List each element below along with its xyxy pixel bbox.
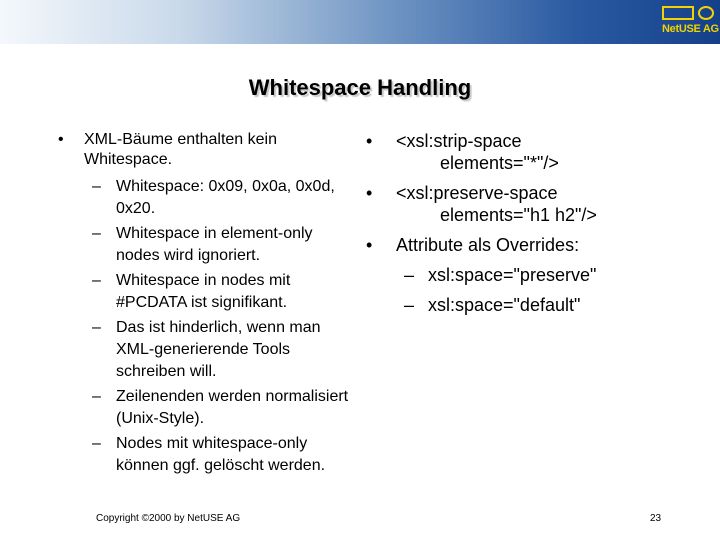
logo-text: NetUSE AG (662, 23, 719, 35)
sub-item-text: Das ist hinderlich, wenn man XML-generie… (116, 319, 321, 380)
copyright-footer: Copyright ©2000 by NetUSE AG (96, 513, 241, 524)
dash-icon: – (92, 178, 101, 195)
sub-item: – Whitespace: 0x09, 0x0a, 0x0d, 0x20. (58, 176, 358, 220)
bullet-text: Attribute als Overrides: (396, 235, 580, 255)
sub-item-text: Whitespace in nodes mit #PCDATA ist sign… (116, 272, 291, 311)
sub-item-text: Whitespace: 0x09, 0x0a, 0x0d, 0x20. (116, 178, 335, 217)
netuse-logo: NetUSE AG (662, 6, 719, 40)
sub-item: – Whitespace in element-only nodes wird i… (58, 223, 358, 267)
bullet-attribute-overrides: • Attribute als Overrides: (366, 234, 686, 256)
page-number: 23 (650, 513, 662, 524)
dash-icon: – (92, 435, 101, 452)
logo-box-shape (662, 6, 694, 20)
sub-item-text: xsl:space="default" (428, 295, 581, 315)
bullet-text-line1: <xsl:strip-space (396, 131, 522, 151)
bullet-preserve-space: • <xsl:preserve-space elements="h1 h2"/> (366, 182, 686, 226)
sub-item-text: xsl:space="preserve" (428, 265, 597, 285)
bullet-xml-trees: • XML-Bäume enthalten kein Whitespace. (58, 130, 358, 170)
right-column: • <xsl:strip-space elements="*"/> • <xsl… (366, 130, 686, 324)
bullet-strip-space: • <xsl:strip-space elements="*"/> (366, 130, 686, 174)
sub-item: – Das ist hinderlich, wenn man XML-generi… (58, 317, 358, 383)
sub-item-text: Nodes mit whitespace-only können ggf. ge… (116, 435, 326, 474)
dash-icon: – (92, 388, 101, 405)
bullet-text-line2: elements="*"/> (440, 153, 559, 173)
bullet-dot: • (58, 131, 64, 148)
sub-item-text: Zeilenenden werden normalisiert (Unix-St… (116, 388, 349, 427)
dash-icon: – (404, 265, 415, 285)
dash-icon: – (92, 272, 101, 289)
left-column: • XML-Bäume enthalten kein Whitespace. –… (58, 130, 358, 480)
sub-item: – Whitespace in nodes mit #PCDATA ist sig… (58, 270, 358, 314)
sub-item: – Zeilenenden werden normalisiert (Unix-S… (58, 386, 358, 430)
sub-item: – xsl:space="preserve" (366, 264, 686, 286)
dash-icon: – (92, 225, 101, 242)
slide-title: Whitespace Handling (248, 75, 472, 100)
logo-ring-shape (698, 6, 714, 20)
bullet-text-line2: elements="h1 h2"/> (440, 205, 597, 225)
sub-item-text: Whitespace in element-only nodes wird ig… (116, 225, 313, 264)
dash-icon: – (92, 319, 101, 336)
sub-item: – Nodes mit whitespace-only können ggf. g… (58, 433, 358, 477)
bullet-text: XML-Bäume enthalten kein Whitespace. (84, 131, 277, 168)
dash-icon: – (404, 295, 415, 315)
bullet-text-line1: <xsl:preserve-space (396, 183, 558, 203)
bullet-dot: • (366, 183, 373, 203)
header-bar: NetUSE AG (0, 0, 720, 44)
sub-item: – xsl:space="default" (366, 294, 686, 316)
bullet-dot: • (366, 235, 373, 255)
bullet-dot: • (366, 131, 373, 151)
